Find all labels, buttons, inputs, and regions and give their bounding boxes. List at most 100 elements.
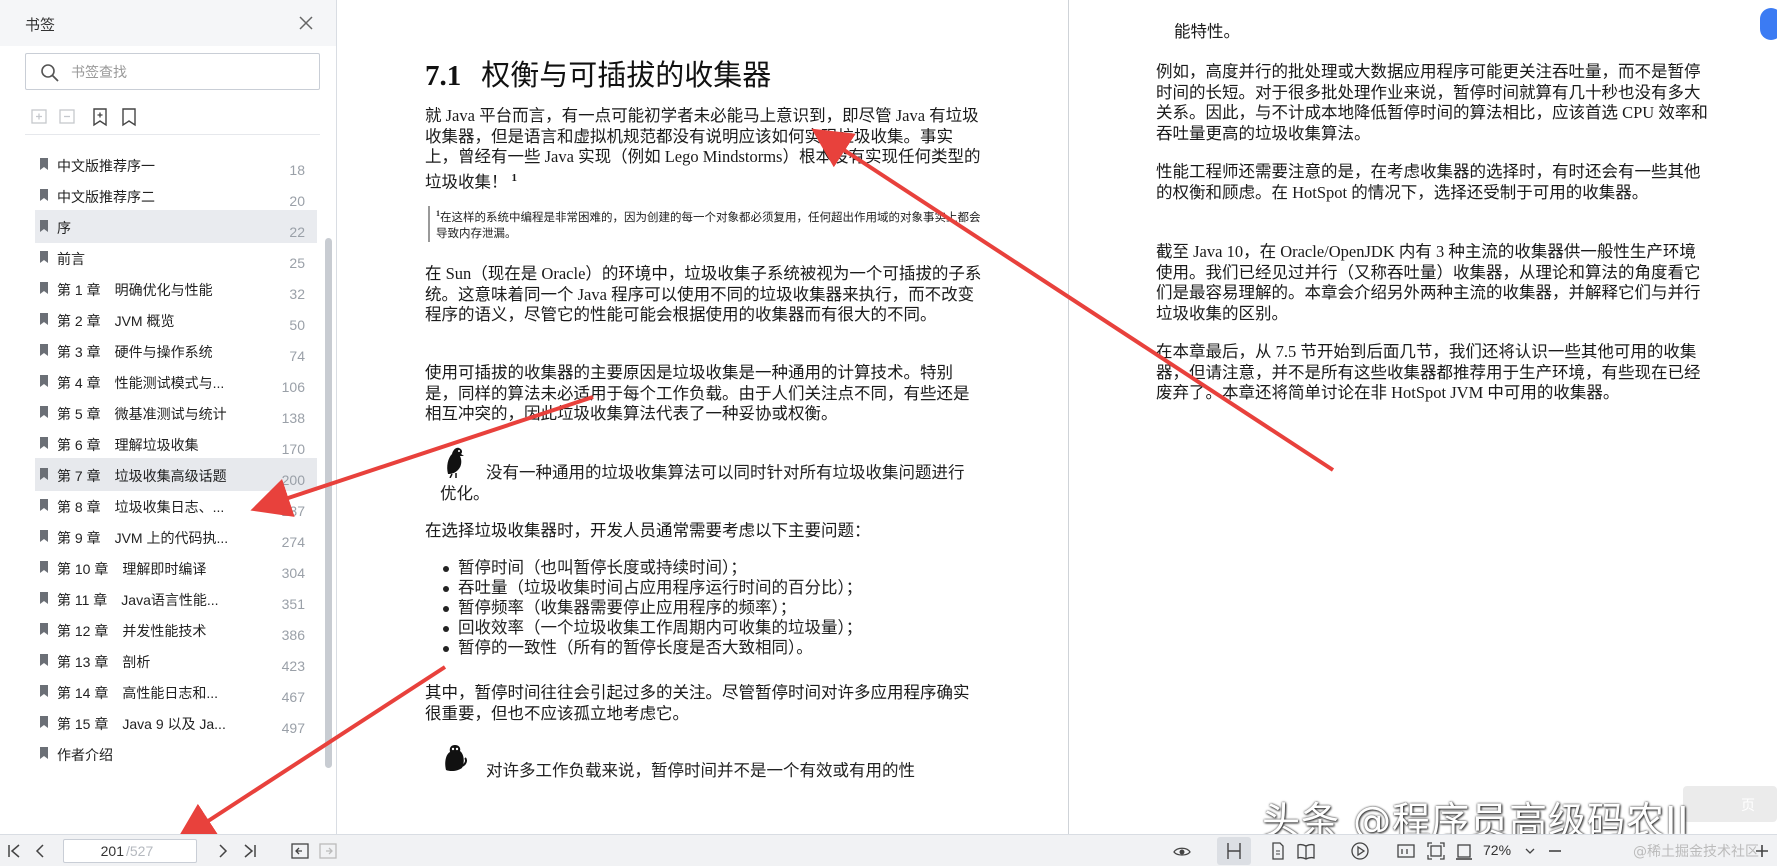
bookmark-page: 25 bbox=[289, 255, 305, 271]
play-icon[interactable] bbox=[1350, 841, 1370, 861]
search-icon bbox=[41, 64, 59, 82]
bullet-item: 暂停时间（也叫暂停长度或持续时间）； bbox=[440, 558, 862, 578]
bookmark-page: 74 bbox=[289, 348, 305, 364]
sidebar-scrollbar[interactable] bbox=[325, 238, 332, 768]
actual-size-icon[interactable] bbox=[1396, 841, 1416, 861]
bookmark-item[interactable]: 第 15 章 Java 9 以及 Ja... 497 bbox=[35, 706, 317, 739]
bookmark-flag-icon bbox=[40, 437, 48, 449]
paragraph: 例如，高度并行的批处理或大数据应用程序可能更关注吞吐量，而不是暂停时间的长短。对… bbox=[1156, 62, 1708, 143]
page-number-input[interactable] bbox=[74, 842, 124, 860]
note-text: 对许多工作负载来说，暂停时间并不是一个有效或有用的性 bbox=[486, 761, 915, 780]
bookmark-page: 274 bbox=[281, 534, 305, 550]
back-icon[interactable] bbox=[290, 841, 310, 861]
next-page-icon[interactable] bbox=[213, 841, 233, 861]
bookmark-page: 304 bbox=[281, 565, 305, 581]
side-panel-toggle[interactable] bbox=[1760, 8, 1777, 40]
footnote: 1在这样的系统中编程是非常困难的，因为创建的每一个对象都必须复用，任何超出作用域… bbox=[428, 206, 984, 242]
collapse-all-icon[interactable] bbox=[57, 106, 79, 128]
bookmark-flag-icon bbox=[40, 313, 48, 325]
two-page-icon[interactable] bbox=[1296, 841, 1316, 861]
bookmark-label: 第 9 章 JVM 上的代码执... bbox=[57, 530, 229, 546]
bookmark-flag-icon bbox=[40, 406, 48, 418]
bookmark-item[interactable]: 第 3 章 硬件与操作系统 74 bbox=[35, 334, 317, 367]
bookmark-page: 170 bbox=[281, 441, 305, 457]
bookmark-label: 第 8 章 垃圾收集日志、... bbox=[57, 499, 225, 515]
bookmark-item[interactable]: 第 7 章 垃圾收集高级话题 200 bbox=[35, 458, 317, 491]
bookmark-item[interactable]: 第 14 章 高性能日志和... 467 bbox=[35, 675, 317, 708]
bookmark-label: 第 12 章 并发性能技术 bbox=[57, 623, 207, 639]
bookmark-search-input[interactable] bbox=[71, 60, 311, 84]
chevron-down-icon[interactable] bbox=[1524, 841, 1536, 861]
bookmark-label: 中文版推荐序二 bbox=[57, 189, 155, 205]
paragraph: 其中，暂停时间往往会引起过多的关注。尽管暂停时间对许多应用程序确实很重要，但也不… bbox=[425, 683, 970, 723]
bookmark-label: 第 5 章 微基准测试与统计 bbox=[57, 406, 227, 422]
fit-page-icon[interactable] bbox=[1426, 841, 1446, 861]
bookmark-label: 第 15 章 Java 9 以及 Ja... bbox=[57, 716, 226, 732]
bookmark-search-box[interactable] bbox=[25, 53, 320, 90]
bookmark-item[interactable]: 第 9 章 JVM 上的代码执... 274 bbox=[35, 520, 317, 553]
bookmark-flag-icon bbox=[40, 189, 48, 201]
bookmark-label: 作者介绍 bbox=[57, 747, 113, 763]
bookmark-item[interactable]: 前言 25 bbox=[35, 241, 317, 274]
paragraph: 在选择垃圾收集器时，开发人员通常需要考虑以下主要问题： bbox=[425, 521, 871, 540]
bookmark-label: 第 2 章 JVM 概览 bbox=[57, 313, 175, 329]
bookmark-page: 200 bbox=[281, 472, 305, 488]
paragraph: 在本章最后，从 7.5 节开始到后面几节，我们还将认识一些其他可用的收集器，但请… bbox=[1156, 342, 1701, 402]
page-divider bbox=[1068, 0, 1069, 834]
bookmark-item[interactable]: 第 10 章 理解即时编译 304 bbox=[35, 551, 317, 584]
bullet-item: 吞吐量（垃圾收集时间占应用程序运行时间的百分比）； bbox=[440, 578, 862, 598]
raccoon-note-icon bbox=[445, 745, 467, 772]
bookmark-item[interactable]: 第 2 章 JVM 概览 50 bbox=[35, 303, 317, 336]
bookmark-icon[interactable] bbox=[118, 106, 140, 128]
bookmark-page: 497 bbox=[281, 720, 305, 736]
pdf-reader-window: 书签 书签查找 中文版推荐序一 18 中文版推荐序二 20 序 22 前言 25… bbox=[0, 0, 1777, 866]
expand-all-icon[interactable] bbox=[29, 106, 51, 128]
eye-protection-icon[interactable] bbox=[1172, 841, 1192, 861]
zoom-level[interactable]: 72% bbox=[1483, 842, 1511, 858]
paragraph: 在 Sun（现在是 Oracle）的环境中，垃圾收集子系统被视为一个可插拔的子系… bbox=[425, 264, 982, 324]
paragraph: 使用可插拔的收集器的主要原因是垃圾收集是一种通用的计算技术。特别是，同样的算法未… bbox=[425, 363, 970, 423]
last-page-icon[interactable] bbox=[240, 841, 260, 861]
page-number-box[interactable]: /527 bbox=[63, 839, 197, 863]
bookmark-flag-icon bbox=[40, 468, 48, 480]
fit-width-icon[interactable] bbox=[1454, 841, 1474, 861]
bookmark-label: 第 10 章 理解即时编译 bbox=[57, 561, 207, 577]
forward-icon[interactable] bbox=[318, 841, 338, 861]
bookmark-label: 第 13 章 剖析 bbox=[57, 654, 151, 670]
bookmark-flag-icon bbox=[40, 375, 48, 387]
footnote-ref[interactable]: 1 bbox=[512, 172, 518, 184]
sidebar-header: 书签 bbox=[0, 0, 336, 46]
bookmark-item[interactable]: 中文版推荐序一 18 bbox=[35, 148, 317, 181]
bookmark-label: 第 4 章 性能测试模式与... bbox=[57, 375, 225, 391]
bookmark-item[interactable]: 第 8 章 垃圾收集日志、... 237 bbox=[35, 489, 317, 522]
bookmark-item[interactable]: 第 5 章 微基准测试与统计 138 bbox=[35, 396, 317, 429]
zoom-out-icon[interactable] bbox=[1545, 841, 1565, 861]
single-page-icon[interactable] bbox=[1268, 841, 1288, 861]
bookmark-item[interactable]: 第 13 章 剖析 423 bbox=[35, 644, 317, 677]
add-bookmark-icon[interactable] bbox=[89, 106, 111, 128]
bookmark-page: 467 bbox=[281, 689, 305, 705]
bookmark-flag-icon bbox=[40, 499, 48, 511]
bookmark-item[interactable]: 序 22 bbox=[35, 210, 317, 243]
bookmark-item[interactable]: 第 12 章 并发性能技术 386 bbox=[35, 613, 317, 646]
bookmark-item[interactable]: 第 11 章 Java语言性能... 351 bbox=[35, 582, 317, 615]
close-icon[interactable] bbox=[297, 14, 315, 32]
sidebar-title: 书签 bbox=[25, 16, 56, 34]
continuous-view-icon[interactable] bbox=[1224, 841, 1244, 861]
paragraph: 能特性。 bbox=[1174, 22, 1240, 41]
bookmark-item[interactable]: 中文版推荐序二 20 bbox=[35, 179, 317, 212]
bookmark-sidebar: 书签 书签查找 中文版推荐序一 18 中文版推荐序二 20 序 22 前言 25… bbox=[0, 0, 337, 834]
bookmark-page: 138 bbox=[281, 410, 305, 426]
bookmark-flag-icon bbox=[40, 344, 48, 356]
bookmark-item[interactable]: 作者介绍 bbox=[35, 737, 317, 770]
bookmark-item[interactable]: 第 6 章 理解垃圾收集 170 bbox=[35, 427, 317, 460]
prev-page-icon[interactable] bbox=[30, 841, 50, 861]
bookmark-item[interactable]: 第 1 章 明确优化与性能 32 bbox=[35, 272, 317, 305]
bookmark-label: 前言 bbox=[57, 251, 85, 267]
bookmark-flag-icon bbox=[40, 716, 48, 728]
paragraph: 截至 Java 10，在 Oracle/OpenJDK 内有 3 种主流的收集器… bbox=[1156, 242, 1701, 323]
first-page-icon[interactable] bbox=[4, 841, 24, 861]
bookmark-item[interactable]: 第 4 章 性能测试模式与... 106 bbox=[35, 365, 317, 398]
bookmark-page: 22 bbox=[289, 224, 305, 240]
bookmark-label: 第 14 章 高性能日志和... bbox=[57, 685, 219, 701]
